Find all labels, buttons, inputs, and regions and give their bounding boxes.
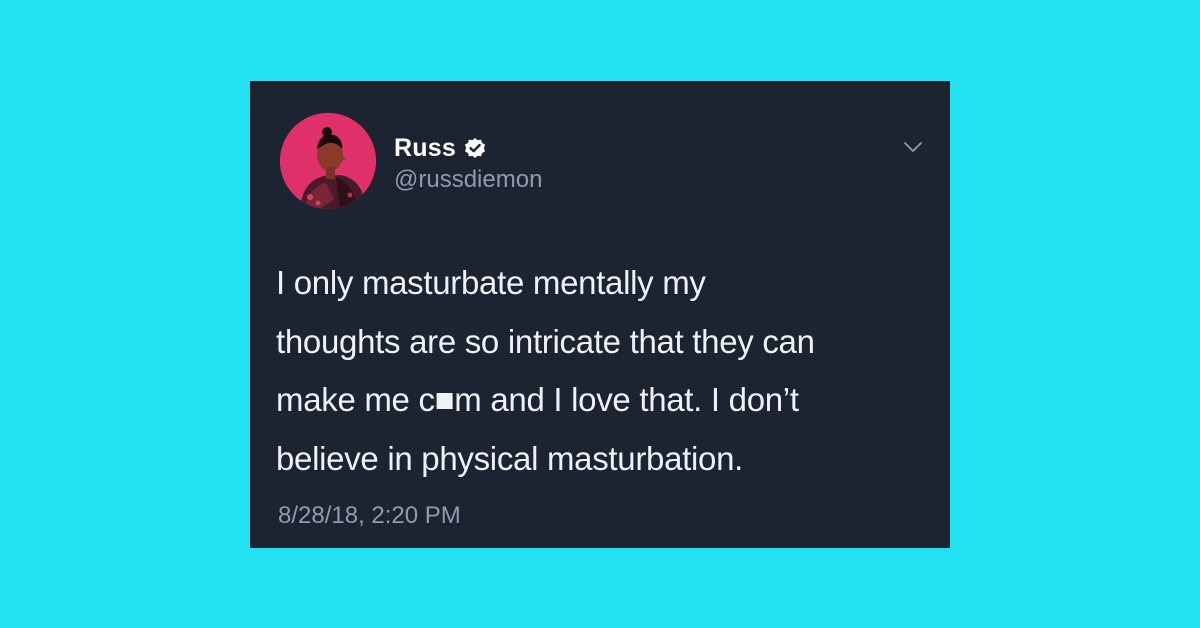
tweet-timestamp[interactable]: 8/28/18, 2:20 PM bbox=[278, 502, 461, 530]
tweet-text: I only masturbate mentally my thoughts a… bbox=[276, 254, 926, 488]
tweet-text-line: believe in physical masturbation. bbox=[276, 439, 744, 477]
verified-badge-icon bbox=[464, 137, 486, 159]
tweet-text-line: make me c■m and I love that. I don’t bbox=[276, 381, 799, 418]
author-row: Russ bbox=[394, 131, 486, 165]
tweet-text-line: thoughts are so intricate that they can bbox=[276, 322, 815, 360]
tweet-text-line: I only masturbate mentally my bbox=[276, 264, 706, 301]
tweet-card: Russ @russdiemon I only masturbate menta… bbox=[250, 81, 950, 548]
avatar-image bbox=[280, 113, 376, 209]
author-name[interactable]: Russ bbox=[394, 134, 456, 163]
avatar[interactable] bbox=[280, 113, 376, 209]
chevron-down-icon[interactable] bbox=[902, 136, 924, 158]
author-handle[interactable]: @russdiemon bbox=[394, 166, 542, 194]
